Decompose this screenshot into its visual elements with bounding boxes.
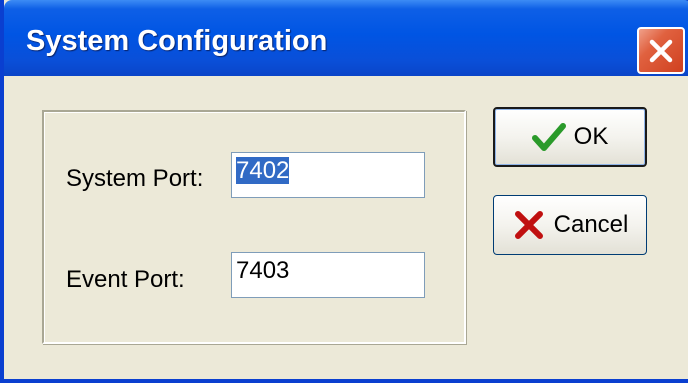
ok-button[interactable]: OK [493, 107, 647, 167]
system-port-input[interactable]: 7402 [231, 152, 425, 198]
event-port-input[interactable]: 7403 [231, 252, 425, 298]
system-port-label: System Port: [66, 165, 204, 192]
event-port-label: Event Port: [66, 266, 185, 293]
system-port-value: 7402 [236, 157, 290, 184]
port-settings-group [42, 110, 466, 344]
x-mark-icon [514, 211, 543, 239]
dialog-window: System Configuration System Port: 7402 E… [0, 0, 688, 383]
close-button[interactable] [637, 27, 685, 74]
event-port-value: 7403 [236, 257, 290, 284]
cancel-label: Cancel [553, 211, 629, 238]
title-bar[interactable]: System Configuration [4, 0, 688, 76]
ok-label: OK [573, 123, 609, 150]
cancel-button[interactable]: Cancel [493, 195, 647, 255]
checkmark-icon [531, 123, 566, 151]
dialog-body: System Port: 7402 Event Port: 7403 OK Ca… [8, 76, 688, 379]
close-x-icon [649, 39, 673, 62]
window-title: System Configuration [26, 25, 328, 57]
